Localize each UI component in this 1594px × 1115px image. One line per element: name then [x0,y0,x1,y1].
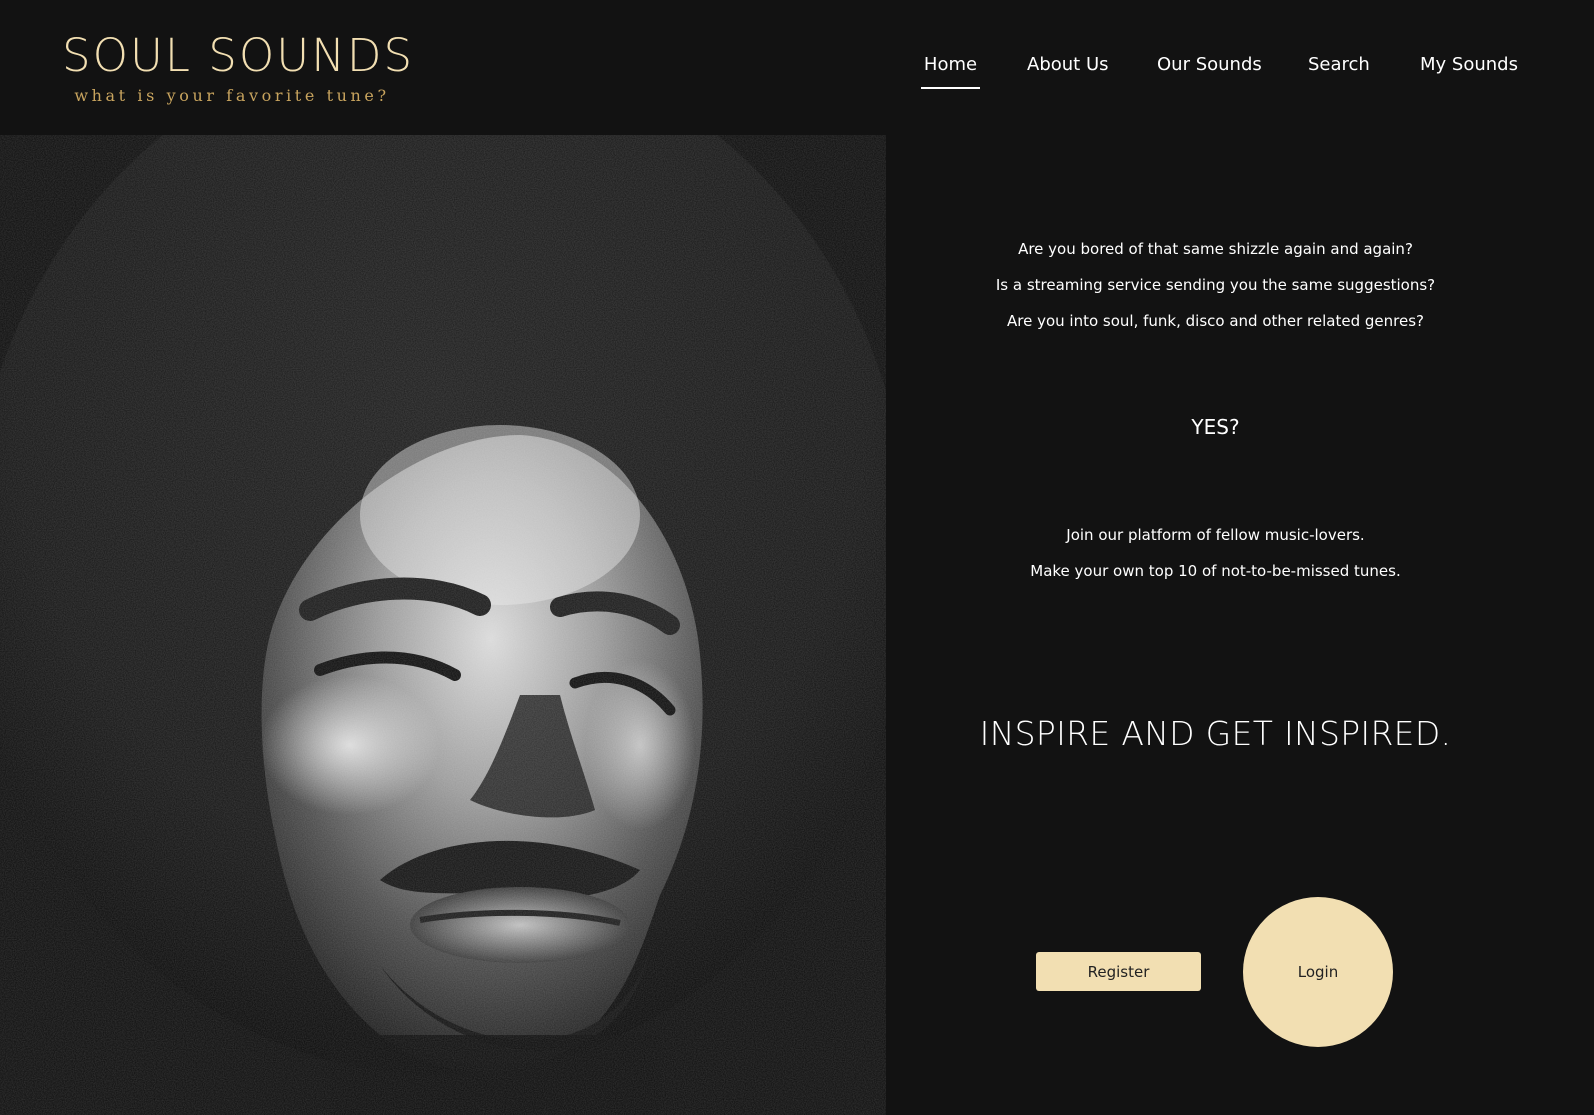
site-header: SOUL SOUNDS what is your favorite tune? … [0,0,1594,135]
hero-portrait-image [0,135,886,1115]
nav-item-about-us[interactable]: About Us [1027,53,1109,89]
main-nav: Home About Us Our Sounds Search My Sound… [0,53,1594,93]
nav-item-my-sounds[interactable]: My Sounds [1420,53,1518,89]
yes-heading: YES? [1191,415,1240,439]
register-button[interactable]: Register [1036,952,1201,991]
nav-item-search[interactable]: Search [1308,53,1370,89]
slogan-heading: INSPIRE AND GET INSPIRED. [979,714,1452,753]
intro-question-3: Are you into soul, funk, disco and other… [1007,312,1424,330]
intro-question-2: Is a streaming service sending you the s… [995,276,1436,294]
login-button[interactable]: Login [1243,897,1393,1047]
join-text-2: Make your own top 10 of not-to-be-missed… [1030,562,1401,580]
page: SOUL SOUNDS what is your favorite tune? … [0,0,1594,1115]
nav-item-our-sounds[interactable]: Our Sounds [1157,53,1262,89]
intro-section: Are you bored of that same shizzle again… [886,135,1594,1115]
join-text-1: Join our platform of fellow music-lovers… [1066,526,1365,544]
nav-item-home[interactable]: Home [921,53,980,89]
intro-question-1: Are you bored of that same shizzle again… [1018,240,1413,258]
